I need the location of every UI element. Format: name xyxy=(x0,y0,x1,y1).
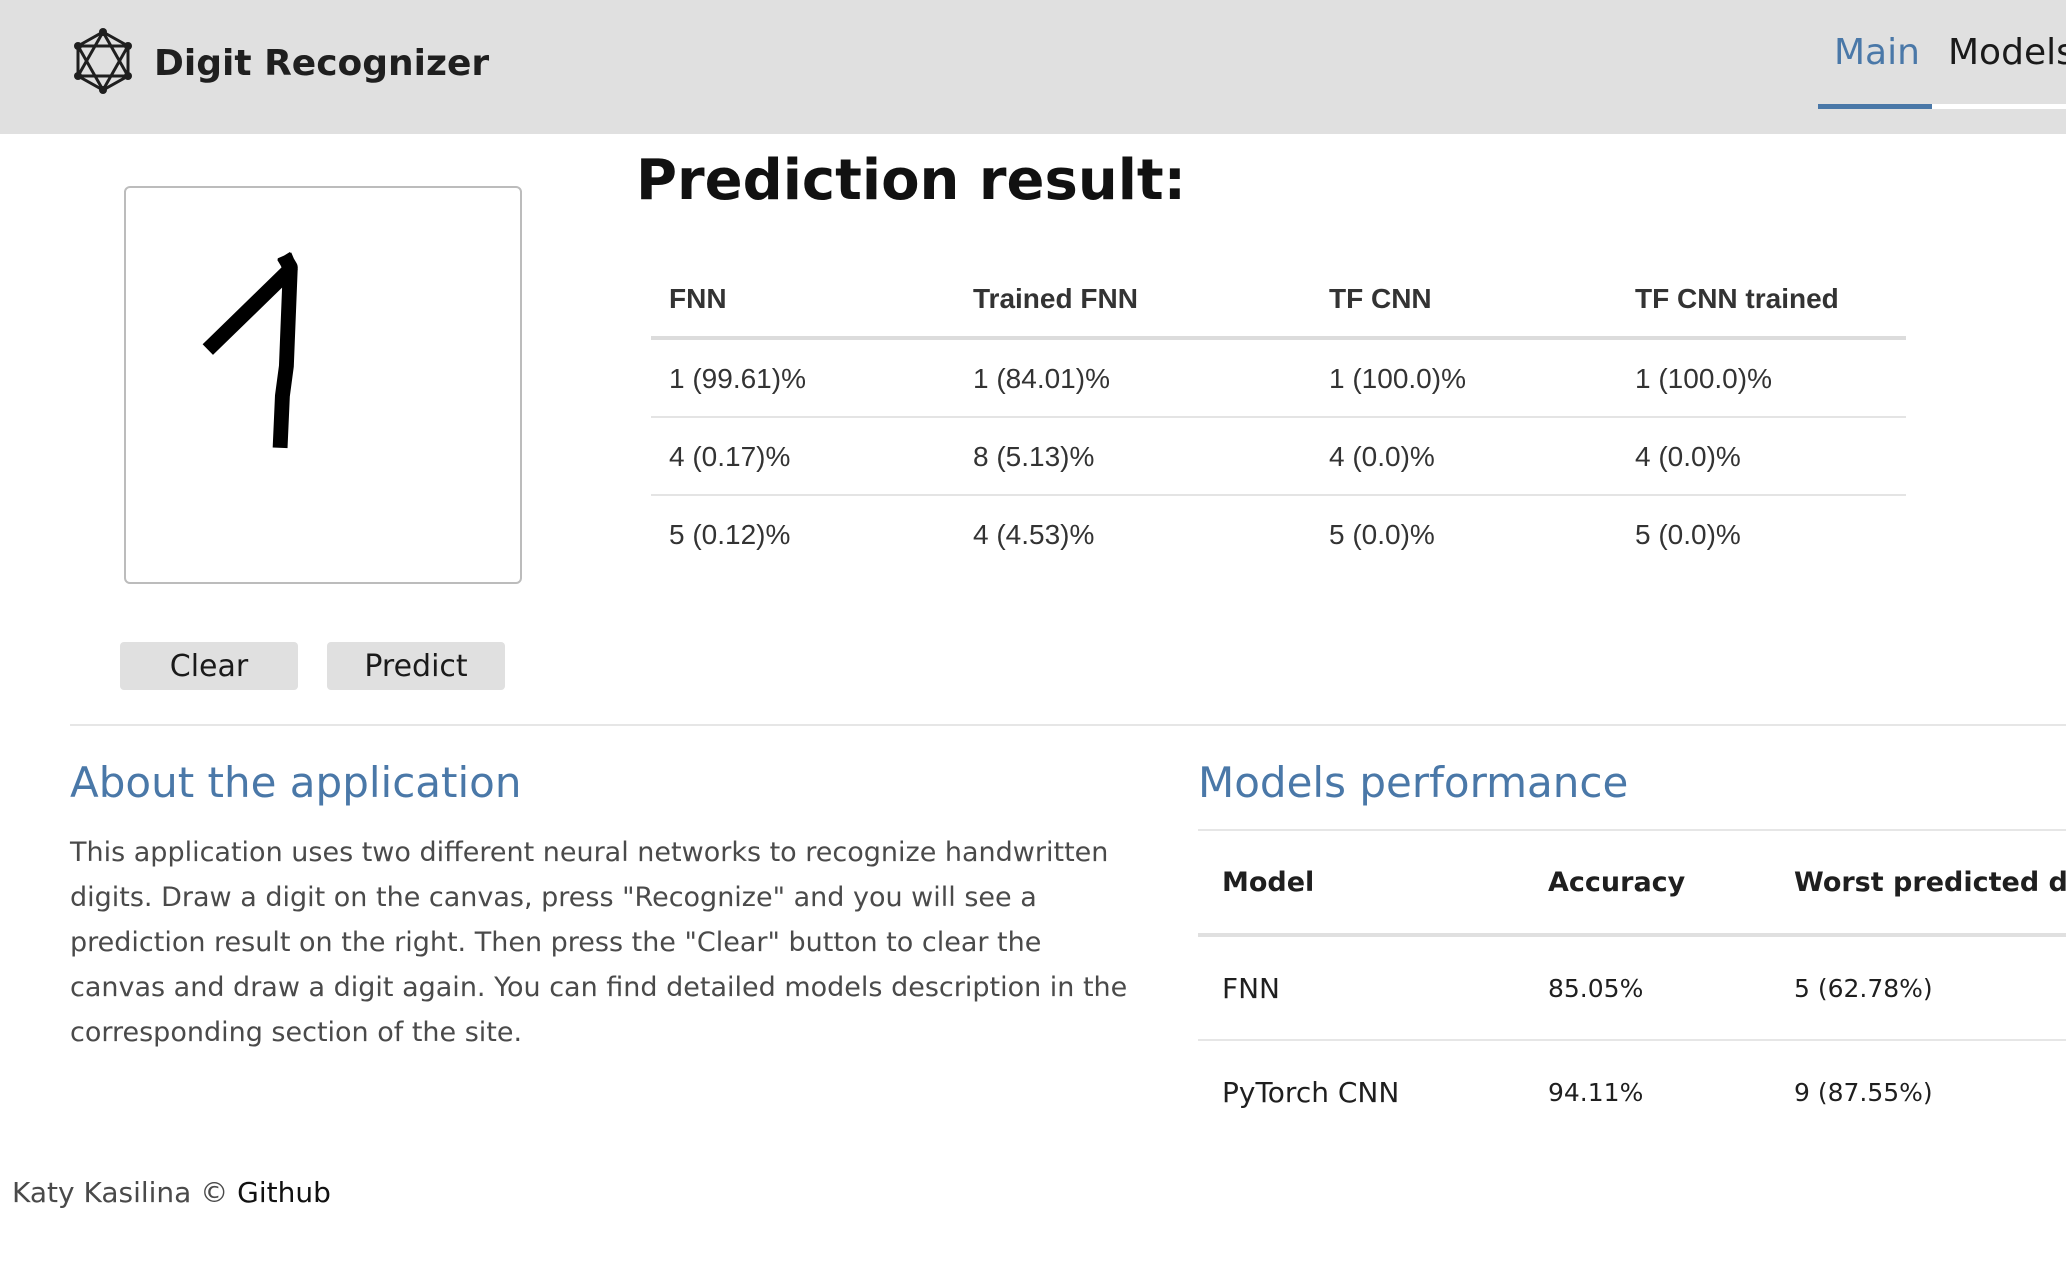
table-row: FNN 85.05% 5 (62.78%) xyxy=(1198,937,2066,1041)
column-header: TF CNN xyxy=(1329,283,1432,314)
nav-main[interactable]: Main xyxy=(1834,32,1920,73)
table-cell: 5 (0.12)% xyxy=(669,519,791,550)
about-title: About the application xyxy=(70,758,522,807)
table-cell: 1 (100.0)% xyxy=(1635,363,1772,394)
table-cell: 4 (4.53)% xyxy=(973,519,1095,550)
github-link[interactable]: Github xyxy=(237,1176,331,1209)
section-divider xyxy=(70,724,2066,726)
page: Digit Recognizer Main Models Clear Predi… xyxy=(0,0,2066,1266)
table-row: 1 (99.61)% 1 (84.01)% 1 (100.0)% 1 (100.… xyxy=(651,340,1906,418)
prediction-title: Prediction result: xyxy=(636,148,1187,213)
footer: Katy Kasilina © Github xyxy=(12,1176,331,1209)
column-header: Accuracy xyxy=(1548,867,1686,898)
table-cell: 5 (0.0)% xyxy=(1329,519,1435,550)
app-title: Digit Recognizer xyxy=(154,42,490,84)
table-cell: 1 (100.0)% xyxy=(1329,363,1466,394)
table-cell: 4 (0.0)% xyxy=(1635,441,1741,472)
predict-button[interactable]: Predict xyxy=(327,642,505,690)
table-cell: FNN xyxy=(1222,972,1280,1005)
column-header: Worst predicted digit xyxy=(1794,867,2066,898)
table-cell: 5 (62.78%) xyxy=(1794,974,1933,1003)
table-row: PyTorch CNN 94.11% 9 (87.55%) xyxy=(1198,1041,2066,1145)
table-cell: 85.05% xyxy=(1548,974,1644,1003)
drawing-canvas[interactable] xyxy=(124,186,522,584)
about-text: This application uses two different neur… xyxy=(70,837,1128,1048)
main-nav: Main Models xyxy=(1818,0,2066,134)
header: Digit Recognizer Main Models xyxy=(0,0,2066,134)
column-header: TF CNN trained xyxy=(1635,283,1839,314)
drawn-digit-stroke xyxy=(202,252,298,449)
logo[interactable]: Digit Recognizer xyxy=(70,28,489,98)
table-row: 5 (0.12)% 4 (4.53)% 5 (0.0)% 5 (0.0)% xyxy=(651,496,1906,574)
table-cell: 5 (0.0)% xyxy=(1635,519,1741,550)
nav-active-indicator xyxy=(1818,104,1932,109)
table-row: 4 (0.17)% 8 (5.13)% 4 (0.0)% 4 (0.0)% xyxy=(651,418,1906,496)
nav-indicator-track xyxy=(1932,104,2066,109)
table-header-row: Model Accuracy Worst predicted digit xyxy=(1198,831,2066,937)
table-cell: 4 (0.17)% xyxy=(669,441,791,472)
table-header-row: FNN Trained FNN TF CNN TF CNN trained xyxy=(651,270,1906,340)
footer-author: Katy Kasilina © xyxy=(12,1176,229,1209)
table-cell: 94.11% xyxy=(1548,1078,1644,1107)
table-cell: 9 (87.55%) xyxy=(1794,1078,1933,1107)
table-cell: PyTorch CNN xyxy=(1222,1076,1400,1109)
column-header: FNN xyxy=(669,283,727,314)
table-cell: 4 (0.0)% xyxy=(1329,441,1435,472)
prediction-table: FNN Trained FNN TF CNN TF CNN trained 1 … xyxy=(651,270,1906,574)
performance-table: Model Accuracy Worst predicted digit FNN… xyxy=(1198,829,2066,1145)
table-cell: 8 (5.13)% xyxy=(973,441,1095,472)
clear-button[interactable]: Clear xyxy=(120,642,298,690)
nav-models[interactable]: Models xyxy=(1948,32,2066,73)
performance-title: Models performance xyxy=(1198,758,1629,807)
neural-network-logo-icon xyxy=(70,28,136,98)
table-cell: 1 (84.01)% xyxy=(973,363,1110,394)
column-header: Model xyxy=(1222,867,1315,898)
table-cell: 1 (99.61)% xyxy=(669,363,806,394)
column-header: Trained FNN xyxy=(973,283,1138,314)
